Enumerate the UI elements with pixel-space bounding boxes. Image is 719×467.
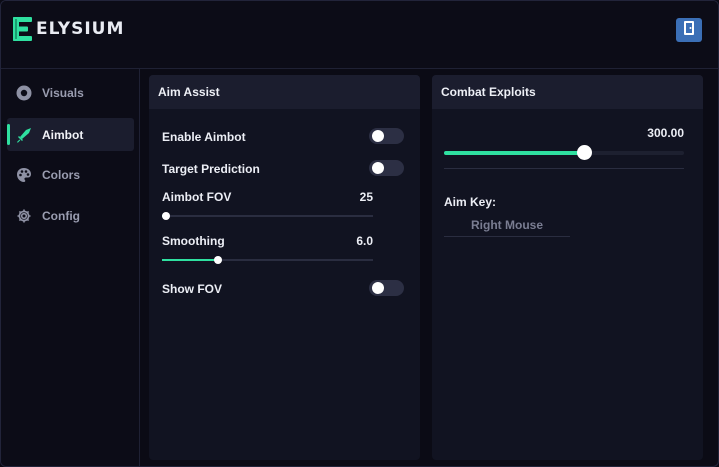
sidebar-item-colors[interactable]: Colors — [7, 158, 134, 191]
eye-icon — [16, 85, 32, 101]
exit-door-icon — [682, 20, 696, 41]
slider-fill — [162, 259, 218, 261]
sidebar-item-label: Aimbot — [42, 127, 84, 142]
sidebar-item-visuals[interactable]: Visuals — [7, 76, 134, 109]
palette-icon — [16, 167, 32, 183]
smoothing-slider[interactable] — [162, 256, 373, 264]
gear-icon — [16, 208, 32, 224]
exit-button[interactable] — [676, 18, 702, 42]
target-prediction-label: Target Prediction — [162, 162, 260, 176]
toggle-knob — [372, 282, 384, 294]
show-fov-label: Show FOV — [162, 282, 222, 296]
divider — [444, 168, 684, 169]
header: ELYSIUM — [1, 1, 718, 69]
sword-icon — [16, 127, 32, 143]
slider-fill — [444, 151, 585, 155]
logo-mark — [13, 17, 33, 41]
sidebar-item-aimbot[interactable]: Aimbot — [7, 118, 134, 151]
smoothing-value: 6.0 — [356, 234, 373, 248]
aimbot-fov-value: 25 — [359, 190, 373, 204]
sidebar-item-label: Colors — [42, 167, 81, 182]
logo: ELYSIUM — [13, 17, 124, 41]
slider-knob[interactable] — [213, 256, 222, 264]
smoothing-label: Smoothing — [162, 234, 225, 248]
exploit-slider-value: 300.00 — [647, 126, 684, 140]
panel-title: Combat Exploits — [432, 75, 703, 109]
app-name: ELYSIUM — [36, 19, 125, 39]
exploit-slider[interactable] — [444, 145, 684, 160]
toggle-knob — [372, 162, 384, 174]
aimbot-fov-slider[interactable] — [162, 212, 373, 220]
panel-title: Aim Assist — [149, 75, 420, 109]
enable-aimbot-label: Enable Aimbot — [162, 130, 246, 144]
sidebar-item-label: Visuals — [42, 85, 84, 100]
sidebar-item-label: Config — [42, 208, 80, 223]
toggle-knob — [372, 130, 384, 142]
sidebar: Visuals Aimbot Colors Config — [1, 69, 140, 466]
aim-key-label: Aim Key: — [444, 195, 497, 209]
aimbot-fov-label: Aimbot FOV — [162, 190, 232, 204]
aim-key-selector[interactable]: Right Mouse — [444, 215, 570, 237]
app-window: ELYSIUM Visuals Aimbot Colors Config Aim… — [0, 0, 719, 467]
show-fov-toggle[interactable] — [369, 280, 404, 296]
target-prediction-toggle[interactable] — [369, 160, 404, 176]
enable-aimbot-toggle[interactable] — [369, 128, 404, 144]
sidebar-item-config[interactable]: Config — [7, 199, 134, 232]
